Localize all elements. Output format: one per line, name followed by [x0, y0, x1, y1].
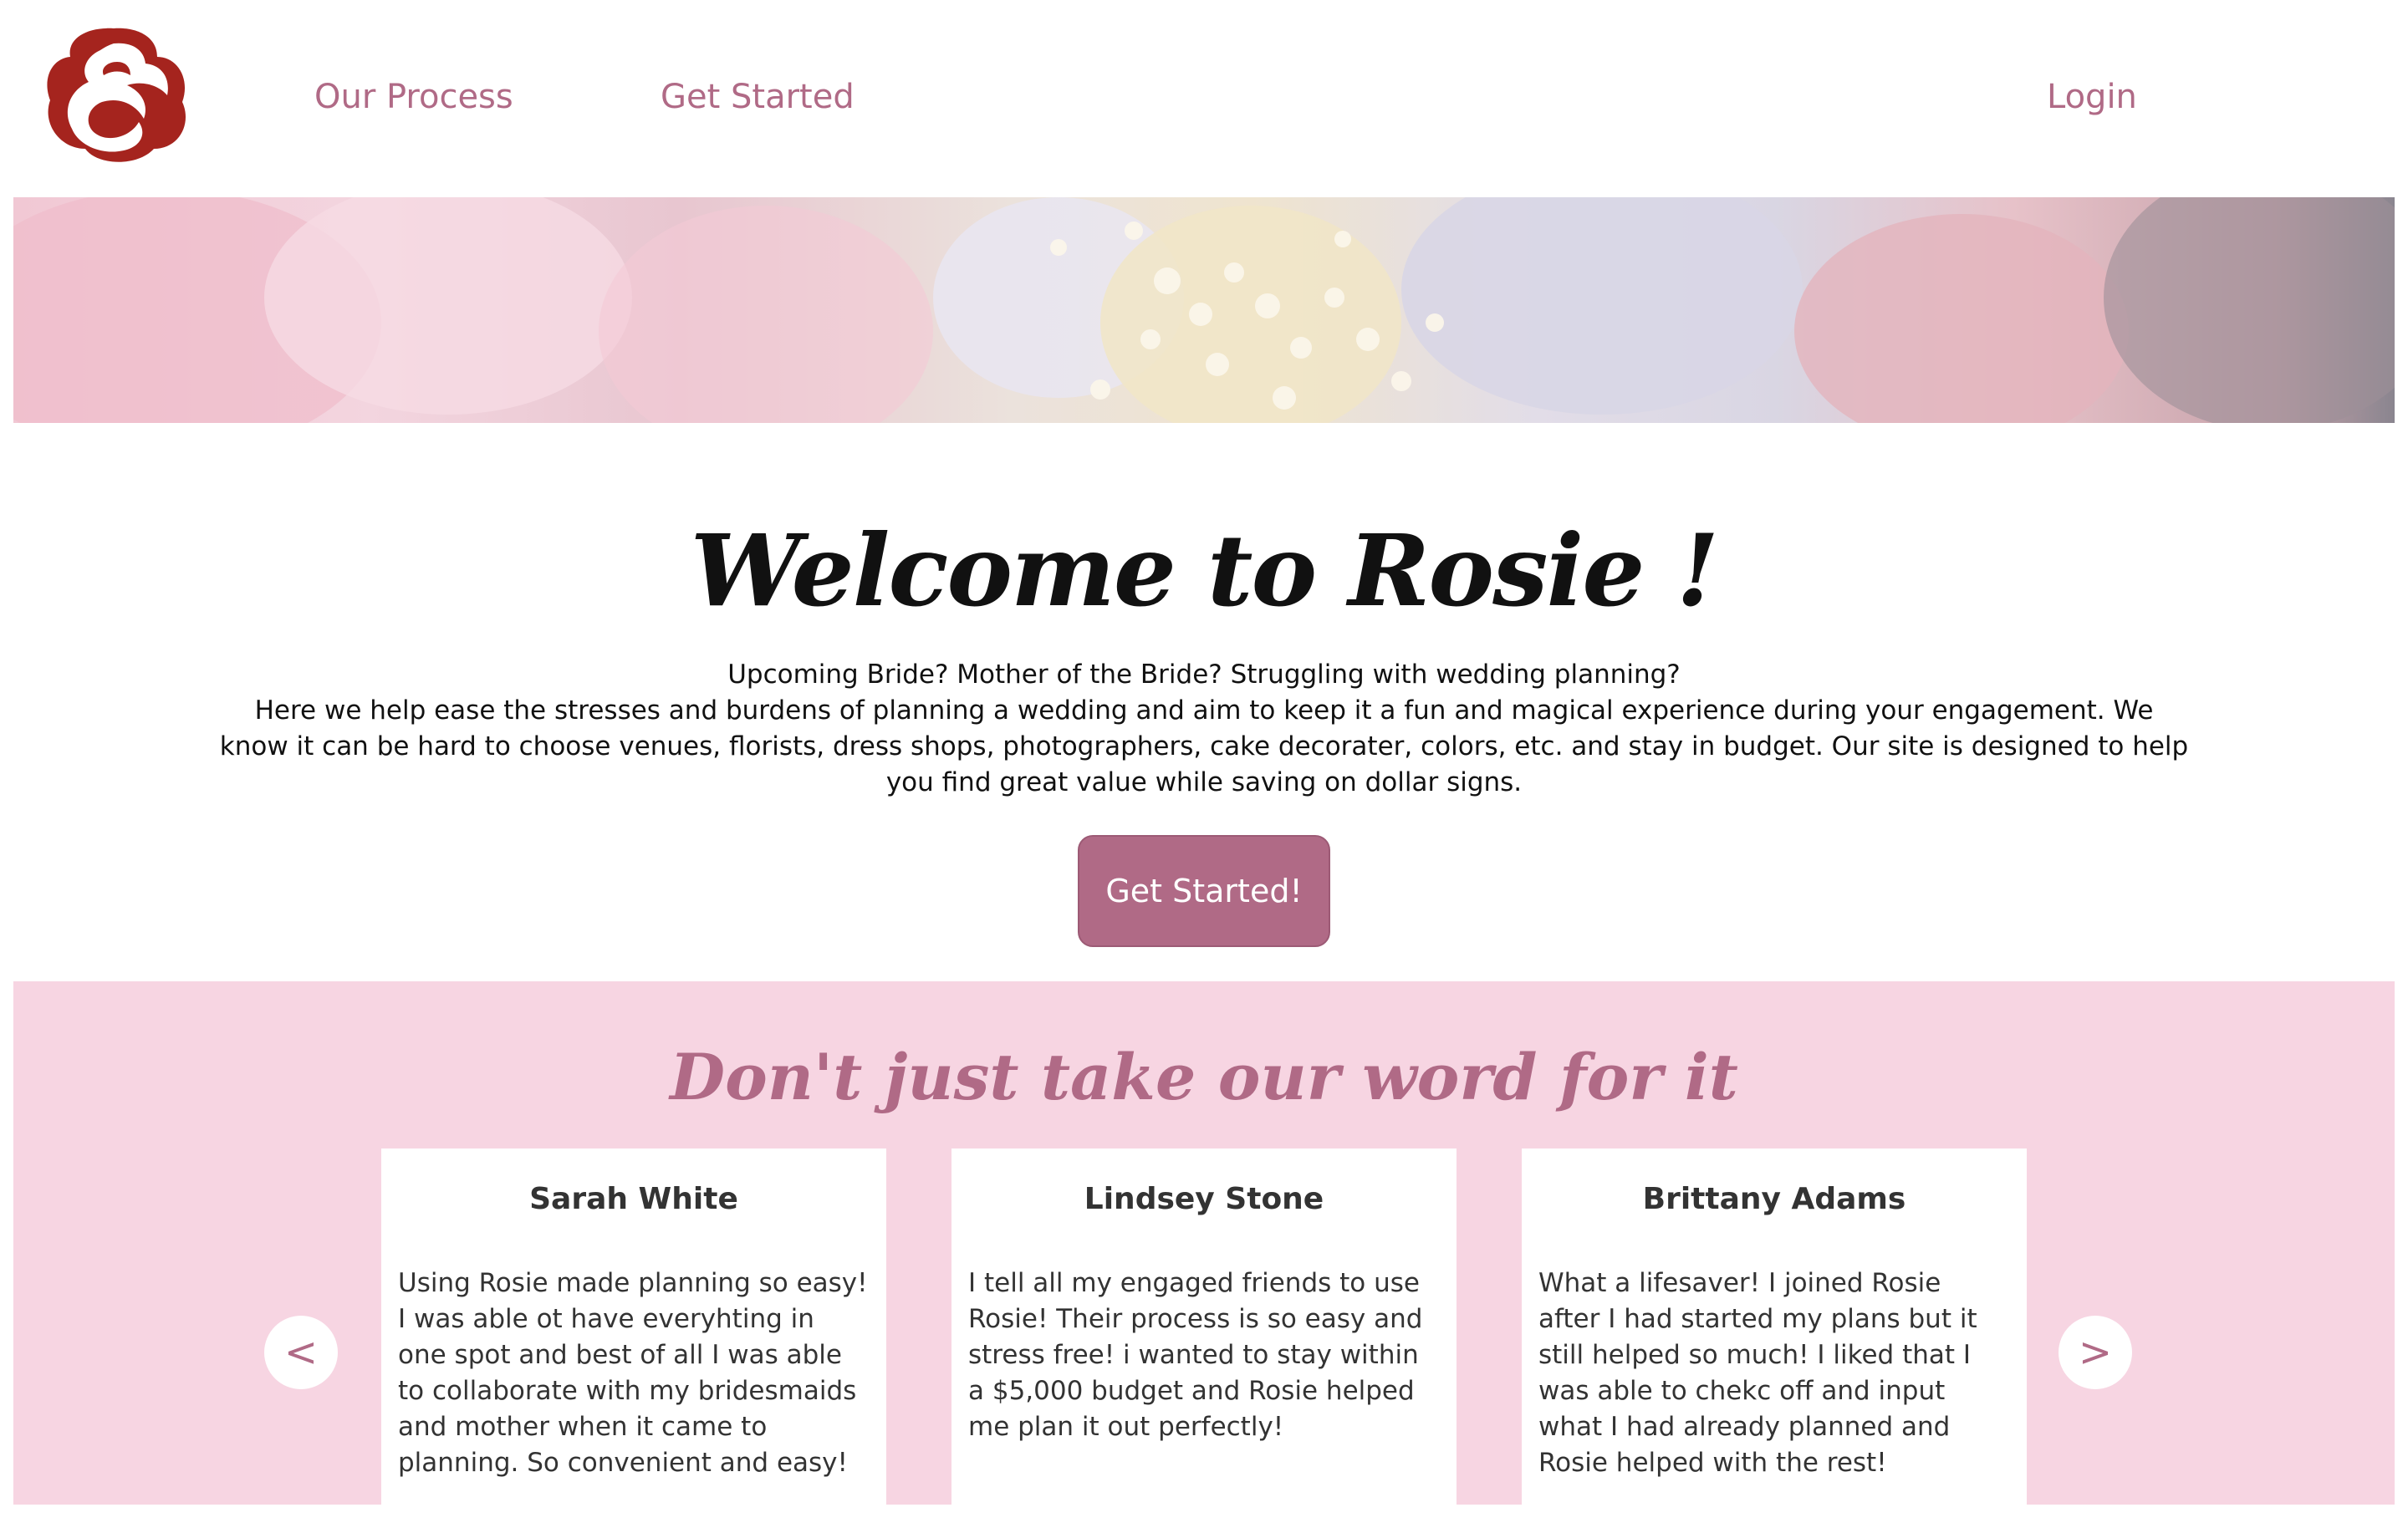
nav-login[interactable]: Login [2047, 74, 2137, 120]
hero-flower-banner [13, 197, 2395, 423]
chevron-right-icon[interactable]: > [2059, 1316, 2132, 1389]
site-header: Our Process Get Started Login [0, 0, 2408, 197]
testimonial-name: Lindsey Stone [1084, 1182, 1324, 1216]
intro-description: Here we help ease the stresses and burde… [219, 695, 2189, 797]
testimonial-name: Brittany Adams [1642, 1182, 1906, 1216]
nav-get-started[interactable]: Get Started [661, 74, 855, 120]
intro-text: Upcoming Bride? Mother of the Bride? Str… [217, 657, 2191, 801]
intro-question: Upcoming Bride? Mother of the Bride? Str… [727, 660, 1681, 690]
get-started-button[interactable]: Get Started! [1078, 835, 1330, 947]
rose-logo-icon[interactable] [37, 23, 191, 171]
nav-our-process[interactable]: Our Process [314, 74, 513, 120]
testimonial-card: Brittany Adams What a lifesaver! I joine… [1522, 1148, 2027, 1533]
testimonial-text: What a lifesaver! I joined Rosie after I… [1538, 1268, 1977, 1478]
testimonials-section: Don't just take our word for it < Sarah … [13, 981, 2395, 1533]
chevron-left-icon[interactable]: < [264, 1316, 338, 1389]
testimonial-text: I tell all my engaged friends to use Ros… [968, 1268, 1423, 1442]
testimonials-title: Don't just take our word for it [670, 1040, 1738, 1114]
testimonial-card: Lindsey Stone I tell all my engaged frie… [951, 1148, 1457, 1533]
testimonial-name: Sarah White [529, 1182, 738, 1216]
testimonial-card: Sarah White Using Rosie made planning so… [381, 1148, 886, 1533]
testimonial-text: Using Rosie made planning so easy! I was… [398, 1268, 868, 1478]
welcome-title: Welcome to Rosie ! [690, 512, 1720, 629]
